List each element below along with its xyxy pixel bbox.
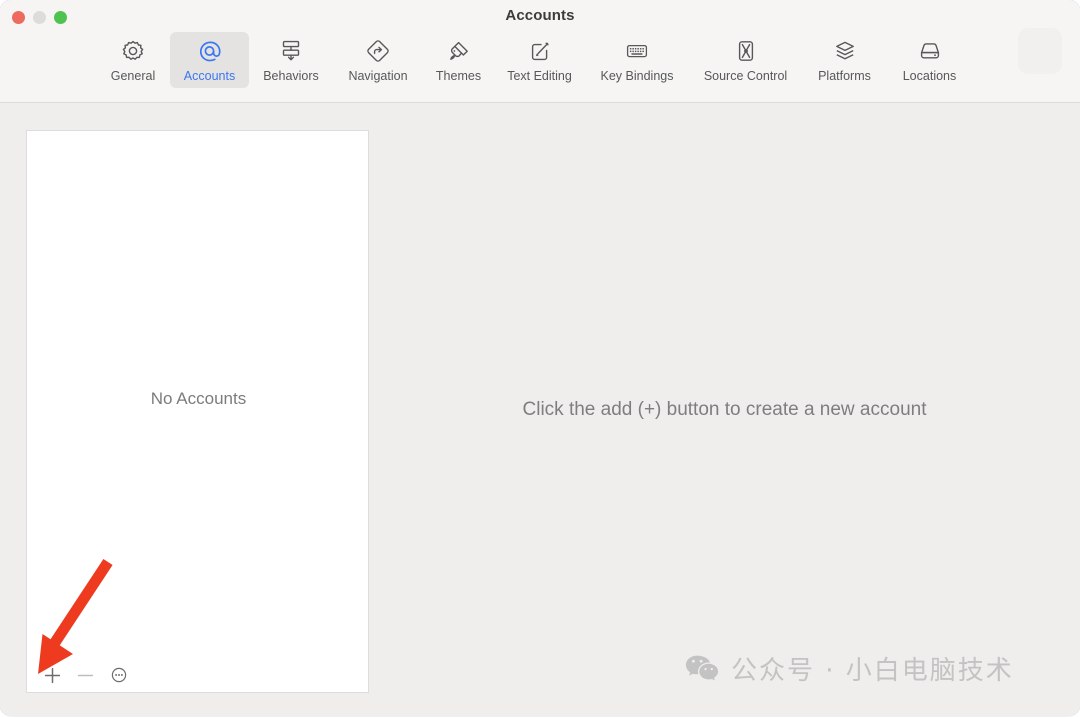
toolbar-tab-themes-label: Themes bbox=[435, 69, 482, 83]
source-control-icon bbox=[731, 36, 761, 66]
toolbar-tab-general[interactable]: General bbox=[96, 32, 170, 88]
keyboard-icon bbox=[622, 36, 652, 66]
toolbar-tab-locations-label: Locations bbox=[902, 69, 957, 83]
toolbar-tab-themes[interactable]: Themes bbox=[423, 32, 494, 88]
preferences-window: Accounts General Accounts Behaviors Navi… bbox=[0, 0, 1080, 716]
preferences-toolbar: General Accounts Behaviors Navigation Th… bbox=[96, 32, 972, 88]
toolbar-tab-text-editing[interactable]: Text Editing bbox=[494, 32, 585, 88]
accounts-list-toolbar bbox=[27, 658, 370, 692]
toolbar-tab-behaviors-label: Behaviors bbox=[263, 69, 319, 83]
hard-drive-icon bbox=[915, 36, 945, 66]
toolbar-tab-general-label: General bbox=[110, 69, 156, 83]
plus-icon bbox=[44, 667, 61, 683]
toolbar-tab-accounts[interactable]: Accounts bbox=[170, 32, 249, 88]
toolbar-tab-key-bindings-label: Key Bindings bbox=[600, 69, 674, 83]
toolbar-tab-key-bindings[interactable]: Key Bindings bbox=[585, 32, 689, 88]
toolbar-ghost-shape bbox=[1018, 28, 1062, 74]
toolbar-tab-source-control-label: Source Control bbox=[703, 69, 788, 83]
window-title: Accounts bbox=[505, 7, 575, 24]
pencil-square-icon bbox=[525, 36, 555, 66]
layers-icon bbox=[830, 36, 860, 66]
toolbar-tab-text-editing-label: Text Editing bbox=[507, 69, 572, 83]
minus-icon bbox=[77, 674, 94, 676]
paintbrush-icon bbox=[444, 36, 474, 66]
toolbar-tab-platforms-label: Platforms bbox=[818, 69, 871, 83]
window-titlebar: Accounts General Accounts Behaviors Navi… bbox=[0, 0, 1080, 103]
at-sign-icon bbox=[195, 36, 225, 66]
accounts-pane: No Accounts Click the add (+) button to … bbox=[0, 103, 1080, 716]
accounts-detail-message: Click the add (+) button to create a new… bbox=[522, 399, 927, 420]
toolbar-tab-accounts-label: Accounts bbox=[183, 69, 236, 83]
options-button[interactable] bbox=[102, 661, 135, 689]
behaviors-icon bbox=[276, 36, 306, 66]
accounts-list-panel[interactable]: No Accounts bbox=[26, 130, 369, 693]
accounts-empty-label: No Accounts bbox=[150, 389, 247, 408]
add-button[interactable] bbox=[36, 661, 69, 689]
accounts-detail-pane: Click the add (+) button to create a new… bbox=[369, 103, 1080, 716]
toolbar-tab-locations[interactable]: Locations bbox=[887, 32, 972, 88]
toolbar-tab-platforms[interactable]: Platforms bbox=[802, 32, 887, 88]
toolbar-tab-behaviors[interactable]: Behaviors bbox=[249, 32, 333, 88]
ellipsis-circle-icon bbox=[111, 667, 126, 683]
screen: Accounts General Accounts Behaviors Navi… bbox=[0, 0, 1080, 718]
navigation-sign-icon bbox=[363, 36, 393, 66]
remove-button[interactable] bbox=[69, 661, 102, 689]
gear-icon bbox=[118, 36, 148, 66]
toolbar-tab-navigation[interactable]: Navigation bbox=[333, 32, 423, 88]
toolbar-tab-source-control[interactable]: Source Control bbox=[689, 32, 802, 88]
toolbar-tab-navigation-label: Navigation bbox=[348, 69, 408, 83]
